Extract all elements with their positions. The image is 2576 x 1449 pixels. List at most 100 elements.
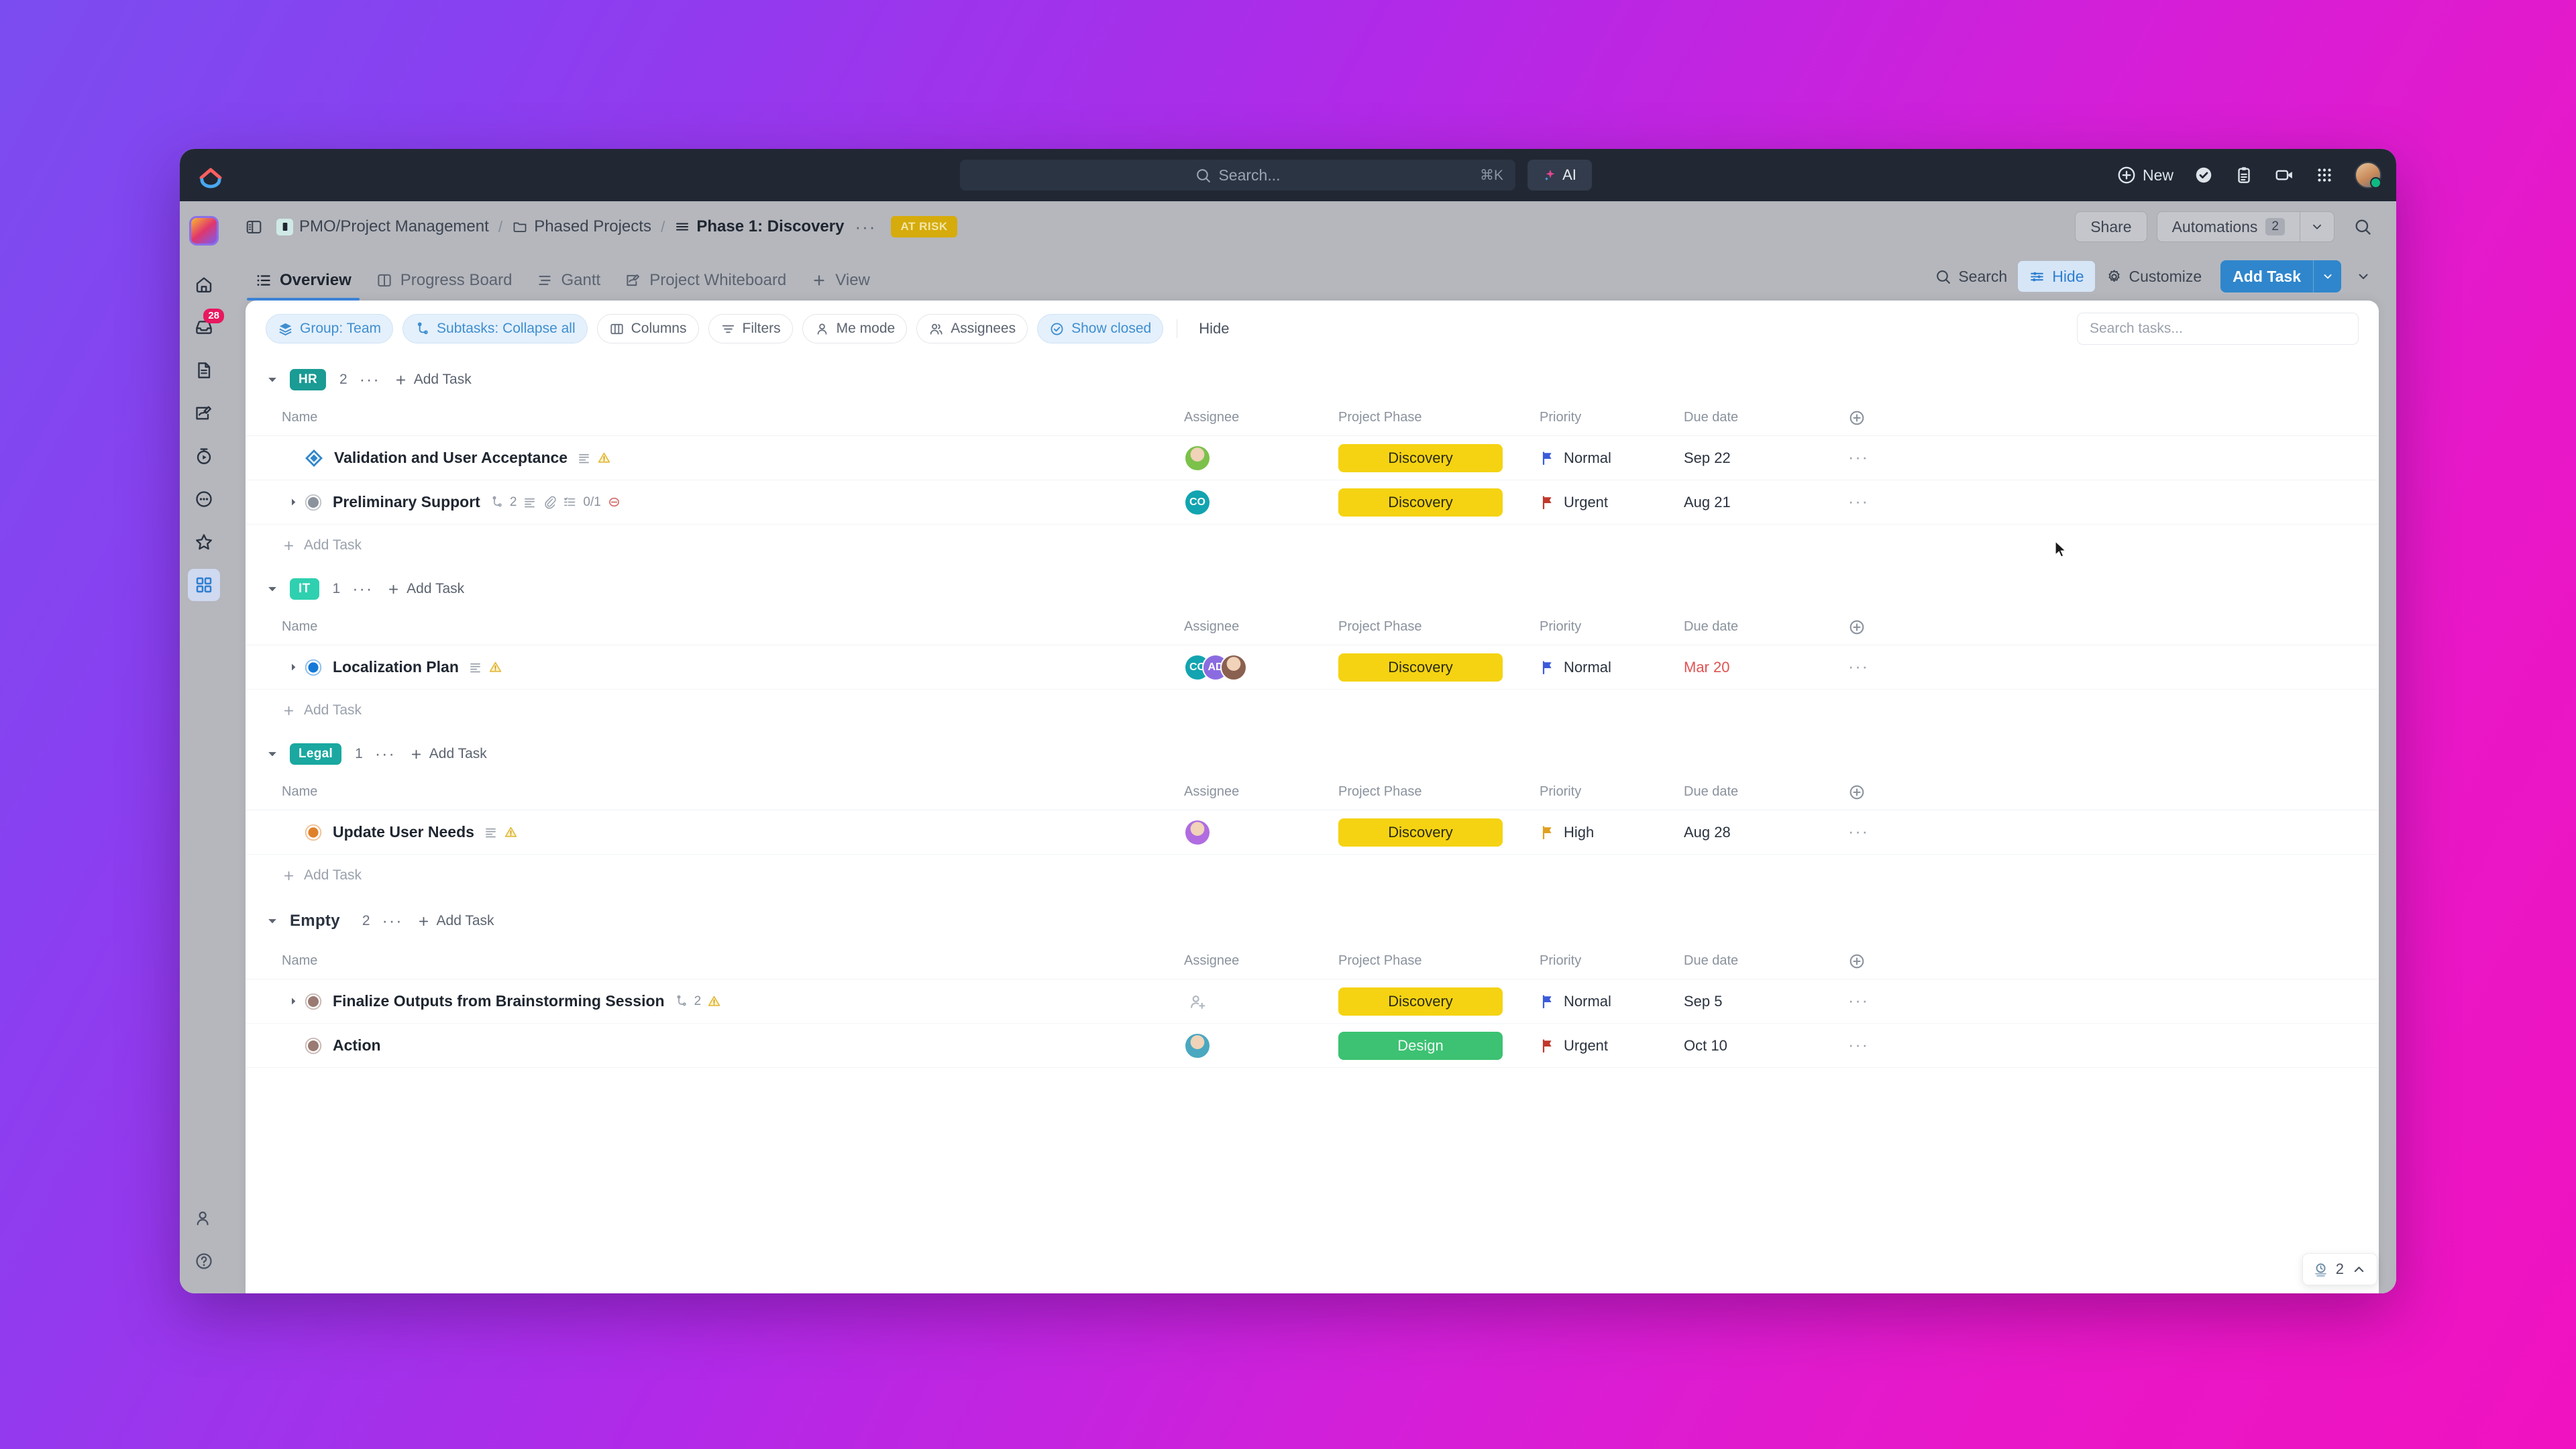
cell-project-phase[interactable]: Discovery (1338, 818, 1540, 847)
sidebar-item-chat[interactable] (188, 483, 220, 515)
status-circle-icon[interactable] (305, 993, 322, 1010)
group-add-task-button[interactable]: Add Task (394, 372, 472, 388)
sidebar-item-help[interactable] (188, 1245, 220, 1277)
sidebar-item-invite[interactable] (188, 1202, 220, 1234)
row-options-button[interactable]: ··· (1848, 492, 1929, 512)
task-name[interactable]: Preliminary Support (333, 493, 480, 511)
avatar[interactable] (1184, 444, 1211, 472)
check-circle-icon[interactable] (2194, 165, 2214, 185)
row-expand-toggle[interactable] (282, 661, 305, 673)
task-search-input[interactable]: Search tasks... (2077, 313, 2359, 345)
filter-pill-group-team[interactable]: Group: Team (266, 314, 394, 343)
table-row[interactable]: Preliminary Support 2 0/1 CO Discovery Urgent… (246, 480, 2379, 525)
cell-priority[interactable]: Normal (1540, 449, 1684, 467)
cell-assignee[interactable] (1184, 818, 1338, 846)
status-circle-icon[interactable] (305, 1037, 322, 1055)
column-header-priority[interactable]: Priority (1540, 619, 1684, 635)
row-expand-toggle[interactable] (282, 996, 305, 1007)
tab-overview[interactable]: Overview (243, 271, 364, 301)
group-badge[interactable]: Empty (290, 908, 349, 934)
filter-pill-me-mode[interactable]: Me mode (802, 314, 908, 343)
add-column-button[interactable] (1848, 784, 1929, 801)
breadcrumb-item-folder[interactable]: Phased Projects (512, 217, 651, 236)
column-header-name[interactable]: Name (282, 410, 1184, 425)
add-column-button[interactable] (1848, 953, 1929, 970)
cell-assignee[interactable] (1184, 1032, 1338, 1059)
cell-project-phase[interactable]: Discovery (1338, 443, 1540, 472)
group-badge[interactable]: IT (290, 578, 319, 600)
filter-pill-show-closed[interactable]: Show closed (1037, 314, 1164, 343)
column-header-name[interactable]: Name (282, 953, 1184, 969)
phase-chip[interactable]: Discovery (1338, 818, 1503, 847)
column-header-due-date[interactable]: Due date (1684, 953, 1848, 969)
task-name[interactable]: Validation and User Acceptance (334, 449, 568, 467)
filter-pill-columns[interactable]: Columns (596, 314, 699, 343)
cell-due-date[interactable]: Sep 22 (1684, 449, 1848, 467)
column-header-priority[interactable]: Priority (1540, 410, 1684, 425)
add-task-row[interactable]: Add Task (246, 855, 2379, 896)
sidebar-item-home[interactable] (188, 268, 220, 301)
avatar[interactable]: CO (1184, 488, 1211, 516)
view-search-button[interactable]: Search (1924, 261, 2018, 292)
tab-progress-board[interactable]: Progress Board (364, 271, 525, 301)
global-search-bar[interactable]: Search... ⌘K (960, 160, 1515, 191)
add-column-button[interactable] (1848, 409, 1929, 427)
apps-grid-icon[interactable] (2314, 165, 2334, 185)
avatar[interactable] (1184, 818, 1211, 846)
column-header-project-phase[interactable]: Project Phase (1338, 784, 1540, 800)
video-icon[interactable] (2274, 165, 2294, 185)
automations-caret-button[interactable] (2300, 211, 2334, 242)
phase-chip[interactable]: Design (1338, 1031, 1503, 1060)
breadcrumb-item-list[interactable]: Phase 1: Discovery (674, 217, 844, 236)
column-header-due-date[interactable]: Due date (1684, 410, 1848, 425)
group-options-button[interactable]: ··· (375, 745, 396, 764)
add-task-row[interactable]: Add Task (246, 690, 2379, 731)
sidebar-item-inbox[interactable]: 28 (188, 309, 224, 343)
column-header-due-date[interactable]: Due date (1684, 784, 1848, 800)
status-diamond-icon[interactable] (305, 449, 323, 468)
status-circle-icon[interactable] (305, 659, 322, 676)
row-expand-toggle[interactable] (282, 496, 305, 508)
cell-project-phase[interactable]: Discovery (1338, 653, 1540, 682)
clipboard-icon[interactable] (2234, 165, 2254, 185)
column-header-name[interactable]: Name (282, 619, 1184, 635)
view-overflow-caret[interactable] (2348, 261, 2379, 292)
column-header-name[interactable]: Name (282, 784, 1184, 800)
cell-priority[interactable]: Normal (1540, 993, 1684, 1010)
cell-assignee[interactable] (1184, 988, 1338, 1015)
breadcrumb-overflow-button[interactable]: ··· (855, 217, 876, 237)
avatar[interactable] (1220, 653, 1247, 681)
phase-chip[interactable]: Discovery (1338, 488, 1503, 517)
filter-pill-filters[interactable]: Filters (708, 314, 793, 343)
task-name[interactable]: Localization Plan (333, 658, 459, 676)
column-header-due-date[interactable]: Due date (1684, 619, 1848, 635)
view-hide-button[interactable]: Hide (2018, 261, 2095, 292)
sidebar-item-clips[interactable] (188, 440, 220, 472)
status-badge[interactable]: AT RISK (891, 216, 957, 237)
column-header-project-phase[interactable]: Project Phase (1338, 619, 1540, 635)
sidebar-item-docs[interactable] (188, 354, 220, 386)
cell-project-phase[interactable]: Discovery (1338, 987, 1540, 1016)
column-header-assignee[interactable]: Assignee (1184, 619, 1338, 635)
tab-add-view[interactable]: View (798, 271, 882, 301)
column-header-assignee[interactable]: Assignee (1184, 784, 1338, 800)
task-table[interactable]: HR 2 ··· Add Task Name Assignee Project Phase P… (246, 357, 2379, 1293)
task-name[interactable]: Update User Needs (333, 823, 474, 841)
group-options-button[interactable]: ··· (382, 912, 403, 931)
column-header-project-phase[interactable]: Project Phase (1338, 953, 1540, 969)
new-button[interactable]: New (2116, 165, 2174, 185)
group-options-button[interactable]: ··· (360, 370, 380, 390)
add-task-row[interactable]: Add Task (246, 525, 2379, 566)
cell-priority[interactable]: Normal (1540, 659, 1684, 676)
table-row[interactable]: Finalize Outputs from Brainstorming Sess… (246, 979, 2379, 1024)
assignee-add-button[interactable] (1184, 988, 1211, 1015)
status-circle-icon[interactable] (305, 494, 322, 511)
automations-button[interactable]: Automations 2 (2156, 211, 2300, 242)
sidebar-item-favorites[interactable] (188, 526, 220, 558)
row-options-button[interactable]: ··· (1848, 822, 1929, 842)
add-task-button[interactable]: Add Task (2220, 260, 2341, 292)
user-avatar[interactable] (2355, 162, 2381, 189)
phase-chip[interactable]: Discovery (1338, 443, 1503, 472)
group-add-task-button[interactable]: Add Task (386, 581, 464, 597)
group-badge[interactable]: Legal (290, 743, 342, 765)
